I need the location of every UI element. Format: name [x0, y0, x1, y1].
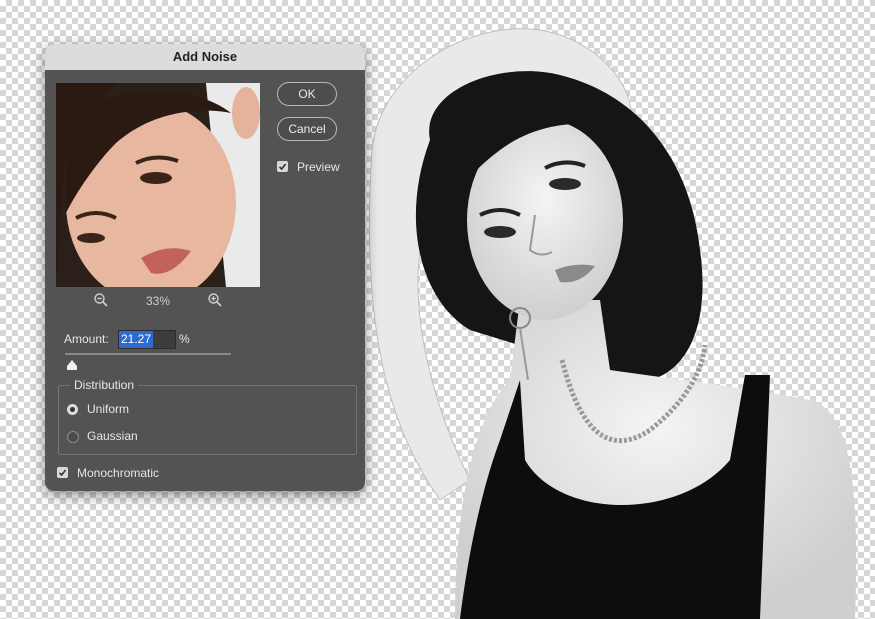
slider-thumb-icon[interactable] — [66, 357, 77, 375]
uniform-radio[interactable] — [67, 404, 78, 415]
add-noise-dialog: Add Noise 33% OK Cancel Preview Amount: … — [45, 44, 365, 491]
distribution-group — [58, 385, 357, 455]
ok-button[interactable]: OK — [277, 82, 337, 106]
gaussian-radio[interactable] — [67, 431, 79, 443]
distribution-legend: Distribution — [70, 378, 139, 392]
preview-portrait — [56, 83, 260, 287]
monochromatic-checkbox[interactable] — [57, 467, 68, 478]
cancel-button[interactable]: Cancel — [277, 117, 337, 141]
gaussian-label: Gaussian — [87, 429, 138, 443]
filter-preview-image[interactable] — [56, 83, 260, 287]
zoom-level: 33% — [145, 294, 171, 308]
preview-checkbox[interactable] — [277, 161, 288, 172]
preview-zoom-controls: 33% — [93, 292, 223, 310]
zoom-in-icon[interactable] — [207, 292, 223, 311]
checkmark-icon — [58, 469, 67, 477]
amount-value: 21.27 — [119, 331, 154, 348]
preview-label: Preview — [297, 160, 340, 174]
amount-input[interactable]: 21.27 — [118, 330, 176, 349]
amount-unit: % — [179, 332, 190, 346]
amount-slider[interactable] — [65, 353, 231, 355]
uniform-label: Uniform — [87, 402, 130, 416]
checkmark-icon — [278, 163, 287, 171]
monochromatic-label: Monochromatic — [77, 466, 160, 480]
dialog-title: Add Noise — [45, 44, 365, 70]
amount-label: Amount: — [64, 332, 109, 346]
